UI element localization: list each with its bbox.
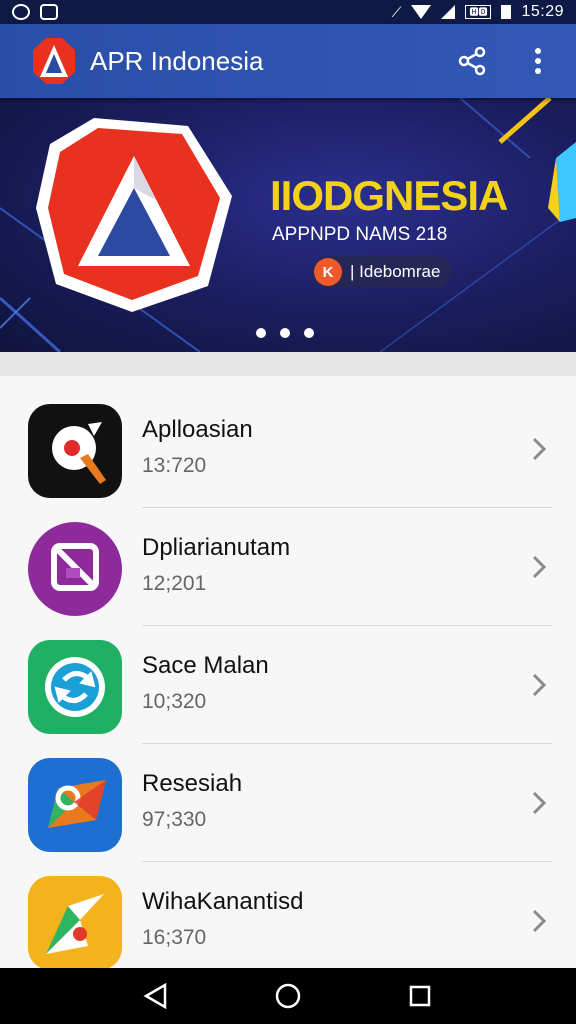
list-item-name: Sace Malan [142,652,269,679]
map-icon [28,758,122,852]
carousel-dots [256,328,314,338]
maps-pin-icon [28,876,122,968]
notification-icon [12,4,30,20]
share-icon [458,46,486,76]
status-time: 15:29 [521,3,564,20]
list-item-name: WihaKanantisd [142,888,304,915]
pin-icon [28,404,122,498]
system-nav-bar [0,968,576,1024]
list-item-text: Aplloasian 13:720 [142,416,253,478]
chevron-right-icon [532,555,547,579]
status-left [12,4,58,20]
carousel-dot-2[interactable] [280,328,290,338]
chip-brand-icon: K [314,258,342,286]
hd-icon: 🅷🅳 [465,5,492,19]
chevron-right-icon [532,673,547,697]
banner-headline: IIODGNESIA [270,172,508,219]
list-item-meta: 10;320 [142,690,207,713]
wifi-icon [411,5,432,19]
list-item-meta: 97;330 [142,808,207,831]
more-vertical-icon [535,48,541,74]
home-circle-icon [275,983,301,1009]
list-item-meta: 12;201 [142,572,207,595]
list-item[interactable]: Aplloasian 13:720 [0,376,576,508]
signal-icon [441,5,456,19]
list-item-name: Aplloasian [142,416,253,443]
banner-chip[interactable]: K | Idebomrae [312,256,453,288]
back-triangle-icon [143,983,167,1009]
list-item-text: Resesiah 97;330 [142,770,242,832]
carousel-dot-3[interactable] [304,328,314,338]
app-notification-icon [40,4,58,20]
list-item-text: Sace Malan 10;320 [142,652,269,714]
carousel-dot-1[interactable] [256,328,266,338]
list-item-name: Resesiah [142,770,243,797]
sync-icon [28,640,122,734]
list-item[interactable]: Dpliarianutam 12;201 [0,494,576,626]
list-item[interactable]: Resesiah 97;330 [0,730,576,862]
share-button[interactable] [456,41,488,81]
section-divider [0,352,576,376]
list-item-text: WihaKanantisd 16;370 [142,888,303,950]
banner-subtitle: APPNPD NAMS 218 [272,224,448,245]
list-item[interactable]: WihaKanantisd 16;370 [0,848,576,968]
recents-square-icon [409,985,431,1007]
list-item-name: Dpliarianutam [142,534,291,561]
list-item-meta: 13:720 [142,454,207,477]
battery-icon [501,5,512,19]
list-item-text: Dpliarianutam 12;201 [142,534,290,596]
chevron-right-icon [532,791,547,815]
app-logo-icon [33,38,75,84]
home-button[interactable] [268,976,308,1016]
status-bar: ⟋ 🅷🅳 15:29 [0,0,576,24]
chevron-right-icon [532,909,547,933]
crop-icon [28,522,122,616]
overflow-menu-button[interactable] [522,41,554,81]
app-actions [456,41,554,81]
app-bar: APR Indonesia [0,24,576,98]
chevron-right-icon [532,437,547,461]
app-list: Aplloasian 13:720 Dpliarianutam 12;201 S… [0,376,576,968]
app-title: APR Indonesia [90,45,264,76]
promo-banner[interactable]: IIODGNESIA APPNPD NAMS 218 K | Idebomrae [0,98,576,352]
list-item-meta: 16;370 [142,926,207,949]
status-right: ⟋ 🅷🅳 15:29 [392,3,564,21]
chip-text: | Idebomrae [350,262,441,281]
list-item[interactable]: Sace Malan 10;320 [0,612,576,744]
recents-button[interactable] [400,976,440,1016]
back-button[interactable] [136,976,176,1016]
vibrate-icon: ⟋ [391,3,402,20]
banner-logo-icon [36,118,232,312]
